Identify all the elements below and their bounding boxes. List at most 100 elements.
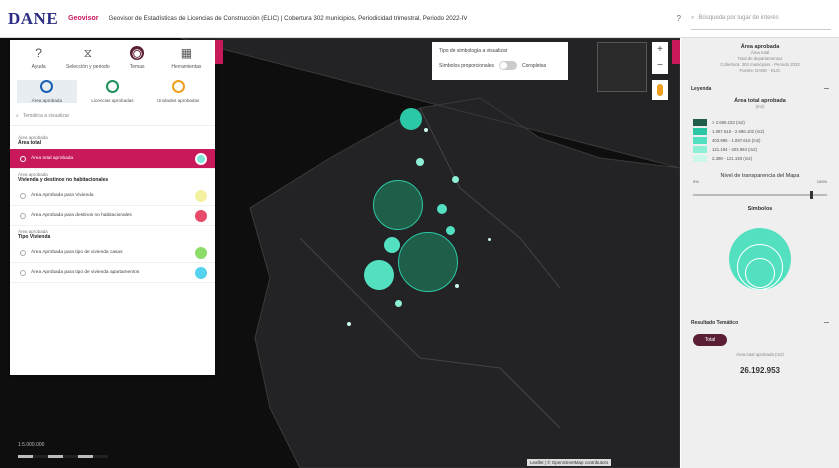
collapse-icon[interactable]: — [824,320,829,326]
theme-search-input[interactable]: Temática a visualizar [23,113,69,119]
map-bubble[interactable] [373,180,423,230]
map-bubble[interactable] [446,226,455,235]
map-bubble[interactable] [400,108,422,130]
legend-header[interactable]: Leyenda — [681,86,839,92]
theme-item-no-habitacional[interactable]: Área Aprobada para destinos no habitacio… [10,206,215,226]
tab-label: Ayuda [31,64,46,70]
theme-item-apartamentos[interactable]: Área Aprobada para tipo de vivienda apar… [10,263,215,283]
map-bubble[interactable] [395,300,402,307]
color-dot [195,189,207,202]
results-total-value: 26.192.953 [739,366,781,375]
licence-icon [105,80,119,93]
results-header[interactable]: Resultado Temático — [681,320,839,326]
legend: > 2.698.103 (m2) 1.087.616 - 2.698.102 (… [681,118,839,163]
opacity-slider[interactable] [693,191,827,199]
color-dot [195,246,207,259]
theme-group[interactable]: Área aprobada Vivienda y destinos no habi… [10,169,215,186]
place-search-input[interactable]: Búsqueda por lugar de interés [698,15,778,21]
info-button[interactable]: ? [677,14,681,23]
legend-swatch [693,155,707,162]
legend-item: 403.985 - 1.087.615 (m2) [693,136,827,145]
search-icon: ⌕ [16,113,19,119]
item-label: Área Aprobada para tipo de vivienda casa… [31,250,123,255]
theme-group[interactable]: Área aprobada Tipo Vivienda [10,226,215,243]
radio-icon [20,155,26,162]
radio-icon [20,192,26,199]
item-label: Área Aprobada para destinos no habitacio… [31,213,132,218]
legend-label: 403.985 - 1.087.615 (m2) [712,138,761,143]
variable-label: Unidades aprobadas [156,98,200,103]
tab-selection[interactable]: ⧖ Selección y periodo [64,46,112,70]
opacity-min: 0% [693,179,699,184]
map-attribution[interactable]: Leaflet | © OpenStreetMap contributors [527,459,612,466]
color-dot [195,266,207,279]
group-subtitle: Vivienda y destinos no habitacionales [18,177,109,183]
symbology-switch[interactable] [499,61,518,70]
radio-icon [20,212,26,219]
collapse-left-panel-button[interactable] [215,40,223,64]
legend-header-label: Leyenda [691,86,712,92]
layers-icon: ◉ [130,46,145,60]
zoom-control: + − [652,42,668,74]
divider [10,125,215,126]
theme-search[interactable]: ⌕ Temática a visualizar [16,113,209,119]
results-header-label: Resultado Temático [691,320,739,326]
map-bubble[interactable] [384,237,400,253]
map-bubble[interactable] [488,238,491,241]
area-icon [40,80,54,93]
variable-licencias[interactable]: Licencias aprobadas [82,80,142,103]
theme-group[interactable]: Área aprobada Área total [10,132,215,149]
variable-selector: Área aprobada Licencias aprobadas Unidad… [10,80,215,103]
help-icon: ? [35,46,42,60]
tab-tools[interactable]: ▦ Herramientas [162,46,210,70]
variable-area[interactable]: Área aprobada [16,80,77,103]
variable-label: Licencias aprobadas [91,98,134,103]
map-bubble[interactable] [437,204,447,214]
legend-swatch [693,137,707,144]
panel-tabs: ? Ayuda ⧖ Selección y periodo ◉ Temas ▦ Herr… [10,40,215,70]
map-bubble[interactable] [398,232,458,292]
results-total-button[interactable]: Total [693,334,727,346]
brand-label: Geovisor [68,15,99,22]
map-bubble[interactable] [455,284,459,288]
map-bubble[interactable] [364,260,394,290]
variable-unidades[interactable]: Unidades aprobadas [148,80,208,103]
dane-logo[interactable]: DANE [8,9,58,29]
symbology-title: Tipo de simbología a visualizar [439,48,508,54]
symbology-right-label: Coropletas [522,62,547,69]
symbols-label: Símbolos [747,206,773,212]
legend-unit: (m2) [755,104,765,109]
map-scale-label: 1:5.000.000 [18,442,45,448]
units-icon [171,80,185,93]
overview-minimap[interactable] [597,42,647,92]
radio-icon [20,269,26,276]
left-panel: ? Ayuda ⧖ Selección y periodo ◉ Temas ▦ Herr… [10,40,215,375]
tab-help[interactable]: ? Ayuda [15,46,63,70]
map-bubble[interactable] [347,322,351,326]
tab-label: Selección y periodo [66,64,110,70]
place-search[interactable]: ⌕ Búsqueda por lugar de interés [691,8,831,30]
legend-item: 1.087.616 - 2.698.102 (m2) [693,127,827,136]
tab-label: Temas [129,64,145,70]
theme-item-area-total[interactable]: Área total aprobada [10,149,215,169]
collapse-right-panel-button[interactable] [672,40,680,64]
pegman-icon [657,84,663,96]
map-bubble[interactable] [424,128,428,132]
collapse-icon[interactable]: — [824,86,829,92]
map-bubble[interactable] [416,158,424,166]
item-label: Área Aprobada para Vivienda [31,193,94,198]
zoom-out-button[interactable]: − [652,58,668,74]
tools-icon: ▦ [180,46,193,60]
legend-label: 121.194 - 403.984 (m2) [712,147,757,152]
symbol-size-legend [729,228,791,290]
street-view-button[interactable] [652,80,668,100]
map-bubble[interactable] [452,176,459,183]
legend-label: > 2.698.103 (m2) [712,120,745,125]
legend-label: 1.087.616 - 2.698.102 (m2) [712,129,765,134]
results-caption: Área total aprobada (m2) [736,352,784,357]
theme-item-casas[interactable]: Área Aprobada para tipo de vivienda casa… [10,243,215,263]
color-dot [195,152,207,165]
zoom-in-button[interactable]: + [652,42,668,58]
theme-item-vivienda[interactable]: Área Aprobada para Vivienda [10,186,215,206]
tab-themes[interactable]: ◉ Temas [113,46,161,70]
